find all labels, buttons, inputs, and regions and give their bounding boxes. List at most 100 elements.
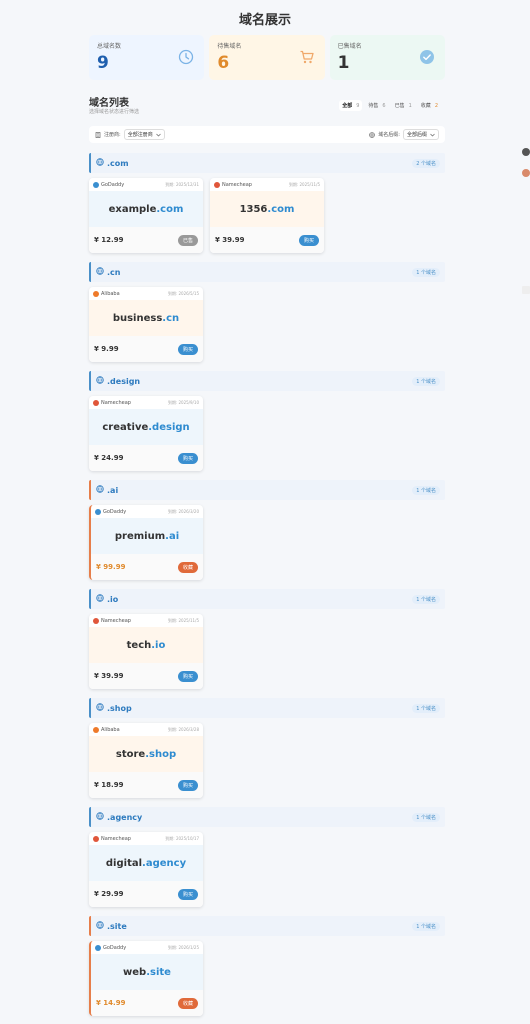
section-tld-label: .agency xyxy=(107,812,143,822)
domain-name[interactable]: creative .design xyxy=(89,409,203,445)
expire-date: 到期: 2026/1/25 xyxy=(168,945,199,951)
domain-name[interactable]: 1356 .com xyxy=(210,191,324,227)
tab-pending[interactable]: 待售 6 xyxy=(365,100,388,111)
card-footer: ¥ 18.99 购买 xyxy=(89,772,203,798)
tab-all-label: 全部 xyxy=(342,103,353,109)
domain-card[interactable]: Namecheap 到期: 2025/9/10 creative .design ¥ 2… xyxy=(89,396,203,471)
card-header: GoDaddy 到期: 2025/12/31 xyxy=(89,178,203,191)
section-header[interactable]: .cn 1 个域名 xyxy=(89,262,445,282)
domain-name[interactable]: digital .agency xyxy=(89,845,203,881)
registrar: Namecheap xyxy=(93,835,131,842)
buy-button[interactable]: 购买 xyxy=(177,670,198,682)
domain-name[interactable]: store .shop xyxy=(89,736,203,772)
card-row: GoDaddy 到期: 2025/12/31 example .com ¥ 12.99 已… xyxy=(89,178,445,253)
expire-prefix: 到期: xyxy=(288,181,299,187)
section-tld: .site xyxy=(96,921,127,931)
buy-button[interactable]: 购买 xyxy=(298,234,319,246)
registrar: GoDaddy xyxy=(95,944,127,951)
registrar-filter: 注册商: 全部注册商 xyxy=(95,129,165,140)
section-header[interactable]: .io 1 个域名 xyxy=(89,589,445,609)
section-tld: .com xyxy=(96,158,129,168)
buy-button[interactable]: 购买 xyxy=(177,888,198,900)
section-header[interactable]: .agency 1 个域名 xyxy=(89,807,445,827)
expire-prefix: 到期: xyxy=(167,726,178,732)
favorite-badge[interactable]: 收藏 xyxy=(177,997,198,1009)
expire-prefix: 到期: xyxy=(167,399,178,405)
card-row: GoDaddy 到期: 2026/1/25 web .site ¥ 14.99 收藏 xyxy=(89,941,445,1016)
domain-name[interactable]: example .com xyxy=(89,191,203,227)
registrar-logo-icon xyxy=(95,944,101,951)
tab-sold[interactable]: 已售 1 xyxy=(392,100,415,111)
tab-favorites[interactable]: 收藏 2 xyxy=(418,100,441,111)
expire-date: 到期: 2026/3/28 xyxy=(168,727,199,733)
card-footer: ¥ 29.99 购买 xyxy=(89,881,203,907)
domain-name[interactable]: web .site xyxy=(91,954,203,990)
domain-section: .cn 1 个域名 Alibaba 到期: 2026/5/15 business .cn ¥… xyxy=(89,262,445,371)
domain-section: .design 1 个域名 Namecheap 到期: 2025/9/10 creati… xyxy=(89,371,445,480)
side-tool[interactable] xyxy=(522,169,530,177)
domain-label: premium xyxy=(114,530,166,542)
domain-section: .site 1 个域名 GoDaddy 到期: 2026/1/25 web .site ¥ … xyxy=(89,916,445,1024)
domain-card[interactable]: Namecheap 到期: 2025/11/5 1356 .com ¥ 39.99 购买 xyxy=(210,178,324,253)
buy-button[interactable]: 购买 xyxy=(177,343,198,355)
section-tld-label: .ai xyxy=(107,485,119,495)
domain-card[interactable]: Namecheap 到期: 2025/10/17 digital .agency ¥ 2… xyxy=(89,832,203,907)
side-avatar[interactable] xyxy=(522,148,530,156)
expire-date: 到期: 2025/9/10 xyxy=(168,400,199,406)
section-header[interactable]: .site 1 个域名 xyxy=(89,916,445,936)
domain-name[interactable]: premium .ai xyxy=(91,518,203,554)
registrar-logo-icon xyxy=(95,508,101,515)
section-count-badge: 1 个域名 xyxy=(412,376,440,386)
tld-select[interactable]: 全部后缀 xyxy=(402,129,439,140)
status-filter-tabs: 全部 9 待售 6 已售 1 收藏 2 xyxy=(339,100,441,111)
domain-card[interactable]: Alibaba 到期: 2026/3/28 store .shop ¥ 18.99 购买 xyxy=(89,723,203,798)
card-row: Alibaba 到期: 2026/5/15 business .cn ¥ 9.99 购买 xyxy=(89,287,445,362)
favorite-badge[interactable]: 收藏 xyxy=(177,561,198,573)
tab-favorites-label: 收藏 xyxy=(420,103,431,109)
expire-value: 2026/3/20 xyxy=(178,508,199,514)
domain-suffix: .com xyxy=(267,203,295,215)
domain-section: .ai 1 个域名 GoDaddy 到期: 2026/3/20 premium .ai ¥ … xyxy=(89,480,445,589)
list-subtitle: 选择域名状态进行筛选 xyxy=(89,109,140,115)
card-header: Namecheap 到期: 2025/10/17 xyxy=(89,832,203,845)
domain-card[interactable]: GoDaddy 到期: 2026/1/25 web .site ¥ 14.99 收藏 xyxy=(89,941,203,1016)
domain-card[interactable]: GoDaddy 到期: 2026/3/20 premium .ai ¥ 99.99 收藏 xyxy=(89,505,203,580)
domain-suffix: .io xyxy=(151,639,166,651)
section-header[interactable]: .ai 1 个域名 xyxy=(89,480,445,500)
card-footer: ¥ 24.99 购买 xyxy=(89,445,203,471)
registrar-logo-icon xyxy=(93,835,99,842)
domain-card[interactable]: Alibaba 到期: 2026/5/15 business .cn ¥ 9.99 购买 xyxy=(89,287,203,362)
section-header[interactable]: .com 2 个域名 xyxy=(89,153,445,173)
expire-date: 到期: 2026/3/20 xyxy=(168,509,199,515)
domain-suffix: .design xyxy=(148,421,190,433)
section-tld-label: .design xyxy=(107,376,141,386)
chevron-down-icon xyxy=(155,133,161,136)
globe-icon xyxy=(369,131,376,138)
domain-card[interactable]: GoDaddy 到期: 2025/12/31 example .com ¥ 12.99 已… xyxy=(89,178,203,253)
tab-all[interactable]: 全部 9 xyxy=(339,100,363,111)
section-header[interactable]: .shop 1 个域名 xyxy=(89,698,445,718)
domain-name[interactable]: business .cn xyxy=(89,300,203,336)
price: ¥ 12.99 xyxy=(94,236,124,244)
price: ¥ 14.99 xyxy=(96,999,126,1007)
section-tld-label: .cn xyxy=(107,267,121,277)
price: ¥ 18.99 xyxy=(94,781,124,789)
stats-row: 总域名数 9 待售域名 6 已售域名 1 xyxy=(89,35,445,80)
cart-icon xyxy=(300,50,314,64)
expire-prefix: 到期: xyxy=(165,181,175,187)
side-tool-2[interactable] xyxy=(522,286,530,294)
registrar-name: GoDaddy xyxy=(103,944,127,951)
card-header: Namecheap 到期: 2025/11/5 xyxy=(210,178,324,191)
buy-button[interactable]: 购买 xyxy=(177,452,198,464)
domain-name[interactable]: tech .io xyxy=(89,627,203,663)
expire-prefix: 到期: xyxy=(167,508,178,514)
domain-card[interactable]: Namecheap 到期: 2025/11/5 tech .io ¥ 39.99 购买 xyxy=(89,614,203,689)
buy-button[interactable]: 购买 xyxy=(177,779,198,791)
tab-pending-count: 6 xyxy=(382,102,386,109)
registrar-select[interactable]: 全部注册商 xyxy=(123,129,165,140)
registrar: Namecheap xyxy=(93,617,131,624)
section-header[interactable]: .design 1 个域名 xyxy=(89,371,445,391)
expire-date: 到期: 2025/11/5 xyxy=(289,182,320,188)
registrar-logo-icon xyxy=(93,181,99,188)
registrar-select-value: 全部注册商 xyxy=(127,132,153,138)
